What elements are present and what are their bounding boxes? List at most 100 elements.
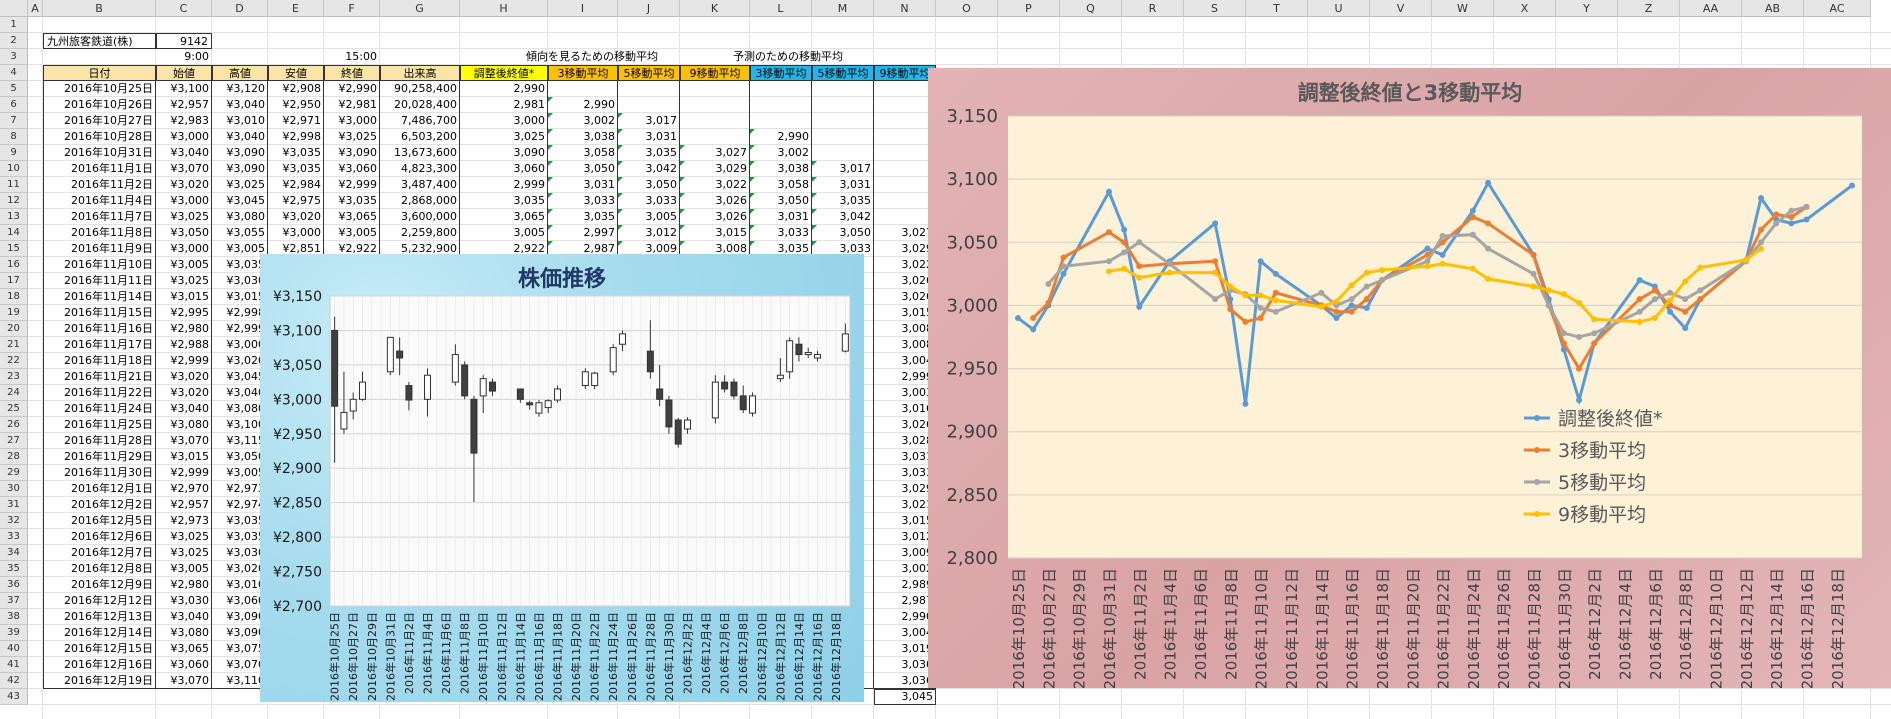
- value-cell[interactable]: ¥3,065: [156, 641, 212, 657]
- data-point[interactable]: [1333, 308, 1340, 315]
- date-cell[interactable]: 2016年12月16日: [43, 657, 156, 673]
- value-cell[interactable]: ¥2,999: [324, 177, 380, 193]
- date-cell[interactable]: 2016年11月29日: [43, 449, 156, 465]
- value-cell[interactable]: ¥2,999: [156, 465, 212, 481]
- value-cell[interactable]: 3,042: [618, 161, 680, 177]
- data-point[interactable]: [1439, 260, 1446, 267]
- value-cell[interactable]: 2,981: [460, 97, 548, 113]
- row-header[interactable]: 4: [0, 65, 28, 81]
- data-point[interactable]: [1257, 315, 1264, 322]
- data-point[interactable]: [1105, 258, 1112, 265]
- data-point[interactable]: [1697, 296, 1704, 303]
- value-cell[interactable]: 3,050: [750, 193, 812, 209]
- value-cell[interactable]: ¥3,050: [156, 225, 212, 241]
- candle[interactable]: [730, 378, 738, 400]
- value-cell[interactable]: ¥3,025: [156, 209, 212, 225]
- column-header[interactable]: R: [1122, 0, 1184, 17]
- data-point[interactable]: [1788, 220, 1795, 227]
- data-point[interactable]: [1439, 232, 1446, 239]
- data-point[interactable]: [1333, 315, 1340, 322]
- date-cell[interactable]: 2016年11月1日: [43, 161, 156, 177]
- row-header[interactable]: 25: [0, 401, 28, 417]
- date-cell[interactable]: 2016年12月1日: [43, 481, 156, 497]
- date-cell[interactable]: 2016年11月24日: [43, 401, 156, 417]
- data-point[interactable]: [1212, 258, 1219, 265]
- column-title-cell[interactable]: 5移動平均: [618, 65, 680, 81]
- value-cell[interactable]: ¥3,090: [212, 145, 268, 161]
- column-title-cell[interactable]: 終値: [324, 65, 380, 81]
- value-cell[interactable]: 3,031: [618, 129, 680, 145]
- value-cell[interactable]: 3,029: [680, 161, 750, 177]
- data-point[interactable]: [1773, 220, 1780, 227]
- value-cell[interactable]: 3,033: [548, 193, 618, 209]
- row-header[interactable]: 31: [0, 497, 28, 513]
- value-cell[interactable]: ¥2,971: [268, 113, 324, 129]
- data-point[interactable]: [1667, 308, 1674, 315]
- date-cell[interactable]: 2016年12月8日: [43, 561, 156, 577]
- data-point[interactable]: [1530, 251, 1537, 258]
- row-header[interactable]: 15: [0, 241, 28, 257]
- row-header[interactable]: 19: [0, 305, 28, 321]
- data-point[interactable]: [1591, 340, 1598, 347]
- value-cell[interactable]: 3,035: [618, 145, 680, 161]
- value-cell[interactable]: ¥3,070: [156, 673, 212, 689]
- value-cell[interactable]: 3,035: [460, 193, 548, 209]
- row-header[interactable]: 22: [0, 353, 28, 369]
- date-cell[interactable]: 2016年10月28日: [43, 129, 156, 145]
- value-cell[interactable]: ¥3,100: [156, 81, 212, 97]
- column-header[interactable]: O: [936, 0, 998, 17]
- row-header[interactable]: 7: [0, 113, 28, 129]
- date-cell[interactable]: 2016年10月25日: [43, 81, 156, 97]
- data-point[interactable]: [1136, 303, 1143, 310]
- value-cell[interactable]: 3,026: [874, 273, 936, 289]
- column-header[interactable]: M: [812, 0, 874, 17]
- candle[interactable]: [674, 417, 682, 448]
- value-cell[interactable]: ¥3,025: [324, 129, 380, 145]
- value-cell[interactable]: ¥3,080: [156, 417, 212, 433]
- data-point[interactable]: [1469, 207, 1476, 214]
- data-point[interactable]: [1030, 315, 1037, 322]
- column-header[interactable]: H: [460, 0, 548, 17]
- value-cell[interactable]: ¥3,010: [212, 113, 268, 129]
- column-header[interactable]: B: [43, 0, 156, 17]
- date-cell[interactable]: 2016年12月9日: [43, 577, 156, 593]
- value-cell[interactable]: ¥2,998: [268, 129, 324, 145]
- company-name-cell[interactable]: 九州旅客鉄道(株): [43, 33, 156, 49]
- value-cell[interactable]: ¥2,999: [156, 353, 212, 369]
- value-cell[interactable]: ¥3,015: [156, 449, 212, 465]
- data-point[interactable]: [1242, 318, 1249, 325]
- data-point[interactable]: [1318, 289, 1325, 296]
- value-cell[interactable]: 3,029: [874, 481, 936, 497]
- data-point[interactable]: [1651, 296, 1658, 303]
- row-header[interactable]: 5: [0, 81, 28, 97]
- value-cell[interactable]: 3,027: [680, 145, 750, 161]
- value-cell[interactable]: ¥3,045: [212, 193, 268, 209]
- row-header[interactable]: 36: [0, 577, 28, 593]
- row-header[interactable]: 41: [0, 657, 28, 673]
- column-header[interactable]: F: [324, 0, 380, 17]
- data-point[interactable]: [1378, 277, 1385, 284]
- data-point[interactable]: [1560, 340, 1567, 347]
- value-cell[interactable]: 2,987: [874, 593, 936, 609]
- column-header[interactable]: C: [156, 0, 212, 17]
- data-point[interactable]: [1697, 264, 1704, 271]
- value-cell[interactable]: 3,026: [874, 289, 936, 305]
- column-header[interactable]: AA: [1680, 0, 1742, 17]
- row-header[interactable]: 11: [0, 177, 28, 193]
- date-cell[interactable]: 2016年12月15日: [43, 641, 156, 657]
- column-header[interactable]: N: [874, 0, 936, 17]
- value-cell[interactable]: 3,035: [548, 209, 618, 225]
- value-cell[interactable]: 3,008: [874, 337, 936, 353]
- value-cell[interactable]: ¥2,980: [156, 321, 212, 337]
- column-title-cell[interactable]: 3移動平均: [548, 65, 618, 81]
- data-point[interactable]: [1758, 226, 1765, 233]
- date-cell[interactable]: 2016年10月31日: [43, 145, 156, 161]
- row-header[interactable]: 34: [0, 545, 28, 561]
- row-header[interactable]: 3: [0, 49, 28, 65]
- data-point[interactable]: [1424, 245, 1431, 252]
- value-cell[interactable]: 3,090: [460, 145, 548, 161]
- column-header[interactable]: W: [1432, 0, 1494, 17]
- value-cell[interactable]: 2,999: [460, 177, 548, 193]
- data-point[interactable]: [1136, 263, 1143, 270]
- value-cell[interactable]: 2,990: [460, 81, 548, 97]
